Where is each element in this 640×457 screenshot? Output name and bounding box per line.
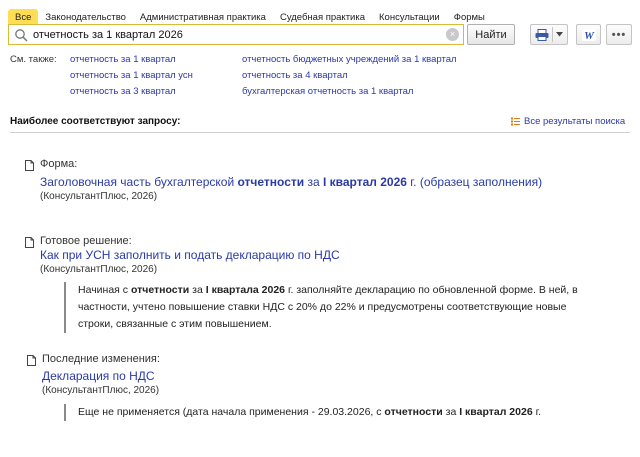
more-options-button[interactable]: ••• [606,24,632,45]
all-results-link[interactable]: Все результаты поиска [511,116,625,127]
clear-search-icon[interactable]: × [446,28,459,41]
find-button[interactable]: Найти [467,24,515,45]
print-separator [552,27,553,42]
result-type: Форма: [40,158,78,170]
list-icon [511,117,520,126]
result-title-link[interactable]: Как при УСН заполнить и подать деклараци… [40,248,340,262]
chevron-down-icon[interactable] [556,32,563,37]
see-also-link[interactable]: отчетность за 4 квартал [242,68,457,84]
see-also-label: См. также: [10,54,57,65]
tab-court-practice[interactable]: Судебная практика [273,9,372,25]
result-title-link[interactable]: Заголовочная часть бухгалтерской отчетно… [40,175,542,189]
document-icon [25,237,34,248]
see-also-column-1: отчетность за 1 квартал отчетность за 1 … [70,52,193,100]
result-type: Готовое решение: [40,235,132,247]
print-button[interactable] [530,24,568,45]
tab-consultations[interactable]: Консультации [372,9,447,25]
printer-icon [535,28,549,41]
all-results-label: Все результаты поиска [524,116,626,127]
document-icon [25,160,34,171]
search-scope-tabs: Все Законодательство Административная пр… [8,9,492,25]
tab-all[interactable]: Все [8,9,39,25]
result-title-link[interactable]: Декларация по НДС [42,369,155,383]
result-source: (КонсультантПлюс, 2026) [40,264,158,275]
see-also-column-2: отчетность бюджетных учреждений за 1 ква… [242,52,457,100]
search-input[interactable] [33,27,443,42]
tab-forms[interactable]: Формы [447,9,492,25]
see-also-link[interactable]: отчетность за 1 квартал [70,52,193,68]
result-snippet: Начиная с отчетности за I квартала 2026 … [64,282,584,333]
see-also-link[interactable]: отчетность за 3 квартал [70,84,193,100]
result-type: Последние изменения: [42,353,160,365]
search-box: × [8,24,464,45]
best-results-heading: Наиболее соответствуют запросу: [10,116,181,127]
document-icon [27,355,36,366]
svg-text:W: W [584,30,595,41]
export-word-button[interactable]: W [576,24,601,45]
divider [10,132,630,133]
tab-legislation[interactable]: Законодательство [38,9,133,25]
result-source: (КонсультантПлюс, 2026) [40,191,158,202]
result-source: (КонсультантПлюс, 2026) [42,385,160,396]
see-also-link[interactable]: отчетность за 1 квартал усн [70,68,193,84]
result-snippet: Еще не применяется (дата начала применен… [64,404,624,421]
see-also-link[interactable]: отчетность бюджетных учреждений за 1 ква… [242,52,457,68]
see-also-link[interactable]: бухгалтерская отчетность за 1 квартал [242,84,457,100]
tab-admin-practice[interactable]: Административная практика [133,9,273,25]
word-icon: W [581,28,596,41]
search-icon [15,29,28,42]
